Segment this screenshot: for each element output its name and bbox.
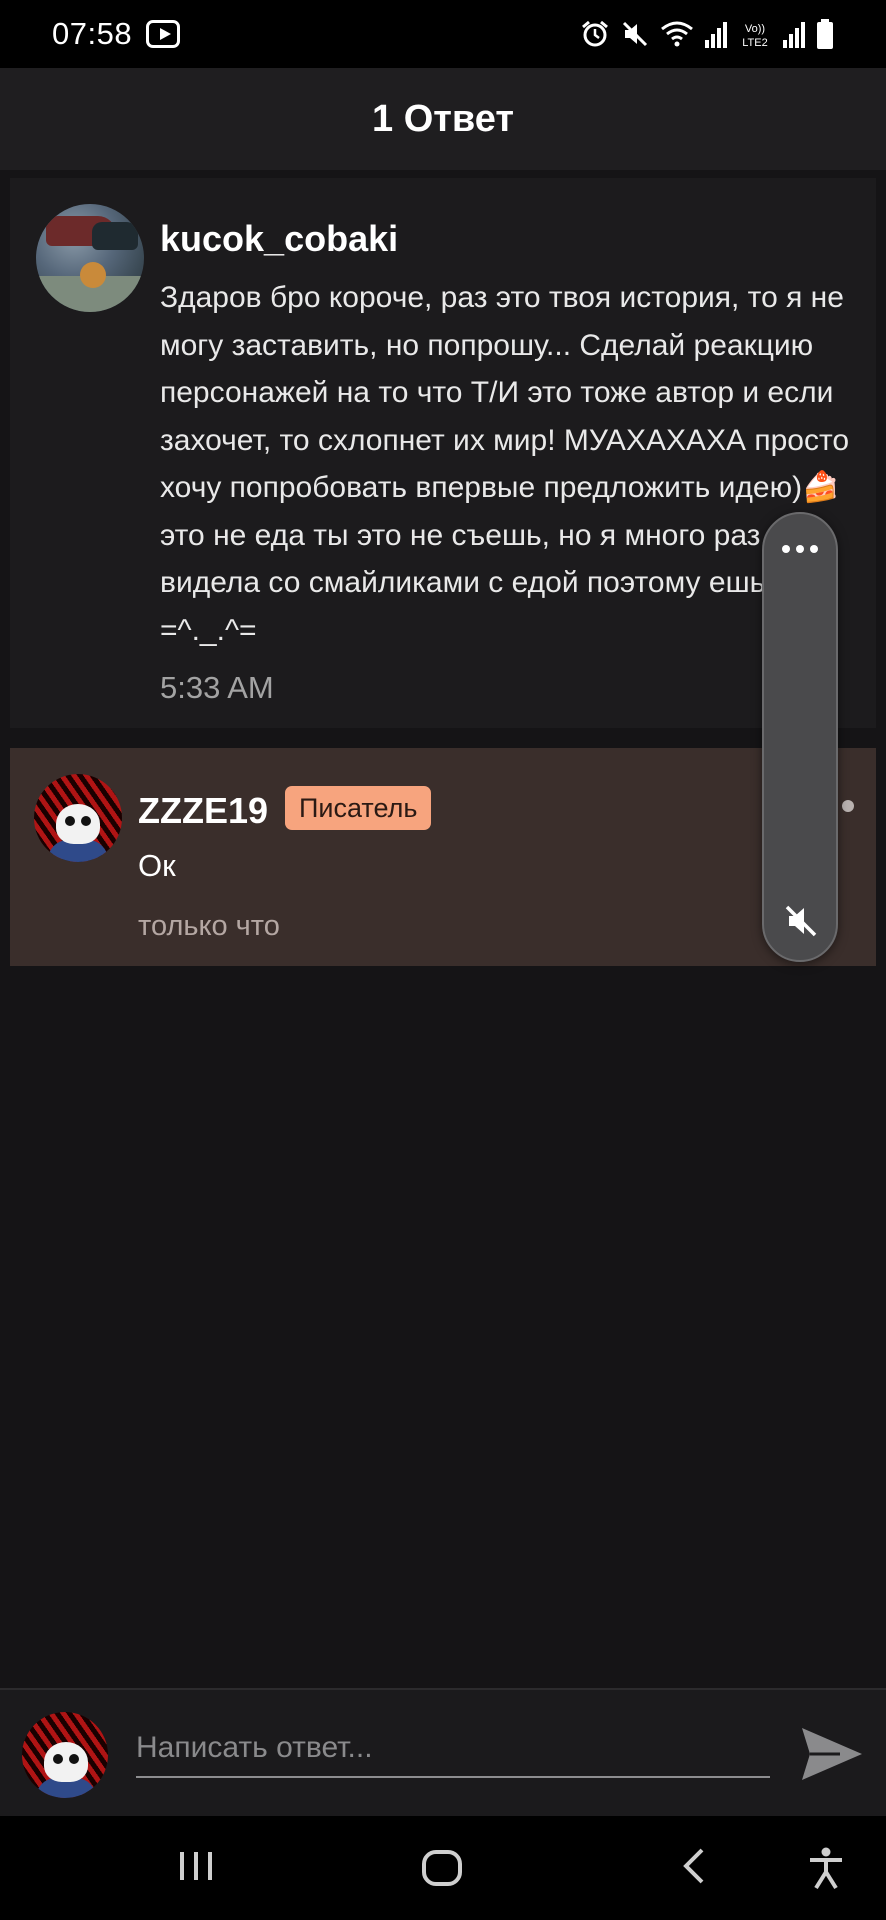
signal-icon bbox=[783, 22, 805, 48]
signal-icon bbox=[705, 22, 727, 48]
mute-icon bbox=[622, 21, 648, 47]
original-comment: kucok_cobaki Здаров бро короче, раз это … bbox=[10, 178, 876, 728]
recent-apps-icon[interactable] bbox=[176, 1846, 216, 1886]
back-icon[interactable] bbox=[678, 1846, 708, 1886]
status-icons: Vo)) LTE2 bbox=[580, 19, 834, 49]
reply-comment: ZZZE19 Писатель Ок только что bbox=[10, 748, 876, 966]
reply-time: только что bbox=[138, 910, 280, 942]
status-time: 07:58 bbox=[52, 16, 133, 51]
avatar bbox=[22, 1712, 108, 1798]
wifi-icon bbox=[661, 21, 693, 47]
role-badge: Писатель bbox=[285, 786, 432, 830]
avatar[interactable] bbox=[36, 204, 144, 312]
comment-text: Здаров бро короче, раз это твоя история,… bbox=[160, 281, 850, 647]
alarm-icon bbox=[582, 20, 608, 47]
status-bar: 07:58 Vo)) LTE2 bbox=[0, 0, 886, 68]
system-nav-bar bbox=[0, 1816, 886, 1920]
mute-icon[interactable] bbox=[782, 902, 820, 940]
more-options-icon[interactable] bbox=[764, 534, 836, 564]
avatar[interactable] bbox=[34, 774, 122, 862]
send-icon[interactable] bbox=[800, 1726, 864, 1782]
reply-username[interactable]: ZZZE19 bbox=[138, 790, 268, 832]
page-title: 1 Ответ bbox=[372, 97, 514, 140]
comment-time: 5:33 AM bbox=[160, 670, 274, 705]
header: 1 Ответ bbox=[0, 68, 886, 170]
reply-input[interactable] bbox=[136, 1720, 770, 1778]
screen: 07:58 Vo)) LTE2 1 Ответ kucok_cobaki Зда… bbox=[0, 0, 886, 1920]
comment-username[interactable]: kucok_cobaki bbox=[160, 218, 398, 260]
reply-composer bbox=[0, 1688, 886, 1816]
home-icon[interactable] bbox=[420, 1846, 464, 1890]
volume-panel[interactable] bbox=[762, 512, 838, 962]
new-indicator-dot bbox=[842, 800, 854, 812]
volte-lte2-icon: Vo)) LTE2 bbox=[742, 23, 767, 49]
youtube-icon bbox=[146, 20, 181, 48]
reply-text: Ок bbox=[138, 848, 176, 883]
svg-text:LTE2: LTE2 bbox=[742, 37, 767, 49]
accessibility-icon[interactable] bbox=[806, 1846, 846, 1890]
svg-text:Vo)): Vo)) bbox=[745, 23, 765, 35]
battery-icon bbox=[817, 19, 833, 49]
